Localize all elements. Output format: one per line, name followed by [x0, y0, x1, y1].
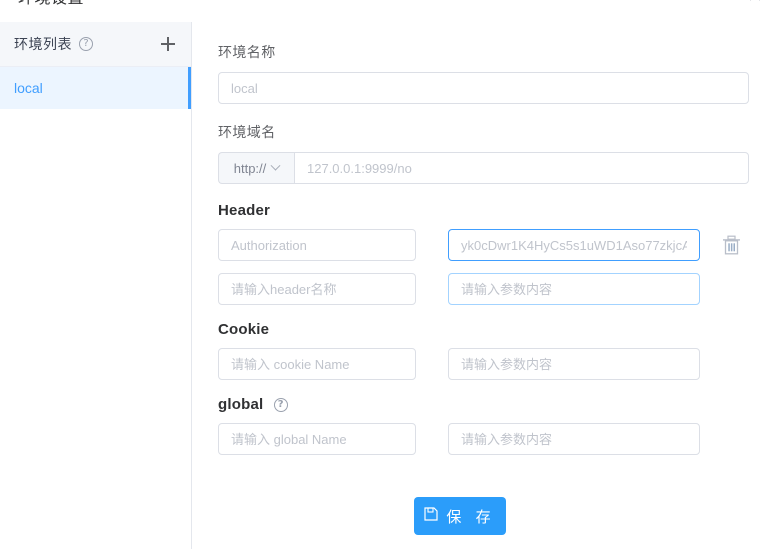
env-domain-group: http:// [218, 152, 749, 184]
header-value-input-1[interactable] [448, 229, 700, 261]
protocol-select-value: http:// [233, 160, 267, 176]
env-domain-input[interactable] [294, 152, 749, 184]
env-domain-label: 环境域名 [218, 124, 276, 140]
sidebar-item-local[interactable]: local [0, 67, 191, 109]
save-button-label: 保 存 [446, 508, 496, 526]
trash-icon[interactable] [722, 235, 741, 255]
cookie-value-wrap-1 [448, 348, 700, 380]
dialog-body: 环境列表 ? local 环境名称 环境域名 http:// [0, 22, 777, 549]
header-row-1 [218, 229, 749, 261]
environment-list-sidebar: 环境列表 ? local [0, 22, 192, 549]
environment-form: 环境名称 环境域名 http:// Header [192, 22, 777, 549]
dialog-titlebar: 环境设置 [0, 0, 777, 22]
protocol-select[interactable]: http:// [218, 152, 294, 184]
cookie-section-title: Cookie [218, 321, 270, 338]
env-name-field: 环境名称 [218, 42, 749, 104]
env-name-label: 环境名称 [218, 44, 276, 60]
header-value-input-2[interactable] [448, 273, 700, 305]
global-section-header: global ? [218, 396, 749, 413]
global-value-wrap-1 [448, 423, 700, 455]
help-circle-icon[interactable]: ? [79, 37, 93, 51]
save-floppy-icon [424, 507, 439, 525]
env-name-input[interactable] [218, 72, 749, 104]
cookie-key-wrap-1 [218, 348, 416, 380]
header-key-input-2[interactable] [218, 273, 416, 305]
help-circle-icon[interactable]: ? [273, 398, 288, 413]
plus-icon[interactable] [159, 35, 177, 53]
cookie-key-input-1[interactable] [218, 348, 416, 380]
header-key-wrap-2 [218, 273, 416, 305]
header-row-2 [218, 273, 749, 305]
sidebar-header: 环境列表 ? [0, 22, 191, 67]
cookie-value-input-1[interactable] [448, 348, 700, 380]
env-domain-field: 环境域名 http:// [218, 122, 749, 184]
cookie-row-1 [218, 348, 749, 380]
header-key-wrap-1 [218, 229, 416, 261]
dialog-title: 环境设置 [18, 0, 84, 10]
global-row-1 [218, 423, 749, 455]
environment-settings-dialog: 环境设置 环境列表 ? local 环境名称 [0, 0, 777, 549]
save-button[interactable]: 保 存 [414, 497, 506, 535]
sidebar-header-title: 环境列表 [14, 36, 72, 52]
sidebar-item-label: local [14, 80, 43, 96]
global-section-title: global [218, 396, 264, 413]
header-value-wrap-1 [448, 229, 700, 261]
header-key-input-1[interactable] [218, 229, 416, 261]
close-icon[interactable] [747, 0, 763, 5]
global-key-wrap-1 [218, 423, 416, 455]
chevron-down-icon [270, 160, 281, 171]
header-value-wrap-2 [448, 273, 700, 305]
global-key-input-1[interactable] [218, 423, 416, 455]
global-value-input-1[interactable] [448, 423, 700, 455]
header-section-title: Header [218, 202, 271, 219]
